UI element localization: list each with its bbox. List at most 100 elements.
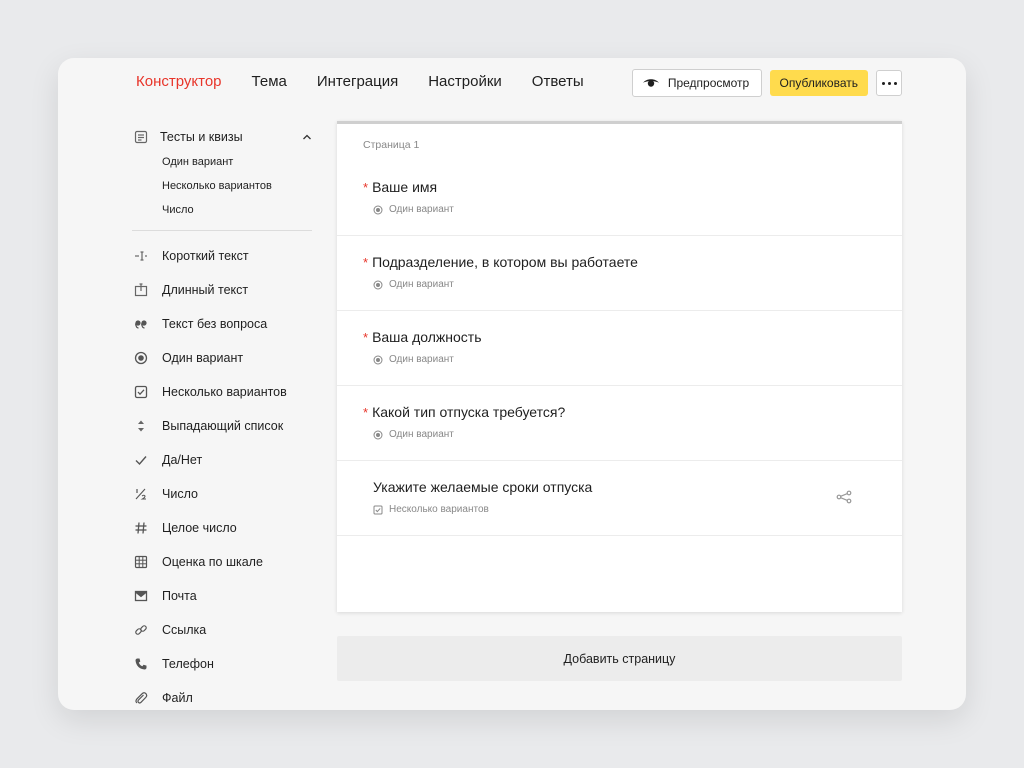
question-title: * Ваше имя <box>363 179 437 195</box>
question-text: Укажите желаемые сроки отпуска <box>373 479 593 495</box>
sidebar-subitem-number[interactable]: Число <box>134 198 312 222</box>
form-page-card: Страница 1 * Ваше имя Один вариант * Подра… <box>337 121 902 612</box>
app-window: Конструктор Тема Интеграция Настройки От… <box>58 58 966 710</box>
sidebar-item-scale[interactable]: Оценка по шкале <box>134 545 312 579</box>
sidebar-item-label: Ссылка <box>162 623 207 637</box>
dot-icon <box>893 81 897 85</box>
tab-integration[interactable]: Интеграция <box>317 58 398 106</box>
required-mark: * <box>363 255 369 270</box>
check-icon <box>134 453 148 467</box>
required-mark: * <box>363 180 369 195</box>
radio-icon <box>373 205 383 214</box>
sidebar-item-multiple-choice[interactable]: Несколько вариантов <box>134 375 312 409</box>
paperclip-icon <box>134 691 148 705</box>
radio-icon <box>373 430 383 439</box>
question-row[interactable]: * Ваша должность Один вариант <box>337 311 902 386</box>
sidebar-item-long-text[interactable]: Длинный текст <box>134 273 312 307</box>
link-icon <box>134 623 148 637</box>
chevron-up-icon[interactable] <box>302 132 312 142</box>
question-type: Один вариант <box>373 354 454 365</box>
radio-icon <box>373 355 383 364</box>
sidebar-item-file[interactable]: Файл <box>134 681 312 710</box>
question-row[interactable]: * Какой тип отпуска требуется? Один вариа… <box>337 386 902 461</box>
preview-label: Предпросмотр <box>667 76 750 90</box>
sidebar-subitem-single[interactable]: Один вариант <box>134 150 312 174</box>
quiz-icon <box>134 130 148 144</box>
sidebar-item-label: Несколько вариантов <box>162 385 287 399</box>
required-mark: * <box>363 330 369 345</box>
question-type: Один вариант <box>373 204 454 215</box>
tab-settings[interactable]: Настройки <box>428 58 502 106</box>
sidebar-item-label: Целое число <box>162 521 237 535</box>
radio-icon <box>134 351 148 365</box>
sidebar-item-label: Один вариант <box>162 351 244 365</box>
question-title: * Подразделение, в котором вы работаете <box>363 254 638 270</box>
dot-icon <box>881 81 885 85</box>
sidebar-item-phone[interactable]: Телефон <box>134 647 312 681</box>
checkbox-icon <box>134 385 148 399</box>
question-title: Укажите желаемые сроки отпуска <box>373 479 592 495</box>
required-mark: * <box>363 405 369 420</box>
question-text: Ваша должность <box>372 329 482 345</box>
sidebar-item-email[interactable]: Почта <box>134 579 312 613</box>
eye-icon <box>642 79 659 87</box>
question-type: Один вариант <box>373 279 454 290</box>
question-type: Один вариант <box>373 429 454 440</box>
more-button[interactable] <box>876 70 902 96</box>
sidebar-item-yes-no[interactable]: Да/Нет <box>134 443 312 477</box>
question-text: Подразделение, в котором вы работаете <box>372 254 638 270</box>
sidebar-item-label: Короткий текст <box>162 249 249 263</box>
sidebar-item-label: Да/Нет <box>162 453 203 467</box>
sidebar-item-short-text[interactable]: Короткий текст <box>134 239 312 273</box>
publish-button[interactable]: Опубликовать <box>769 70 868 96</box>
question-row[interactable]: * Ваше имя Один вариант <box>337 161 902 236</box>
sidebar-divider <box>132 230 312 231</box>
question-row[interactable]: * Подразделение, в котором вы работаете О… <box>337 236 902 311</box>
top-nav: Конструктор Тема Интеграция Настройки От… <box>136 58 614 106</box>
question-type-label: Один вариант <box>389 354 454 365</box>
sidebar-item-label: Почта <box>162 589 197 603</box>
quote-icon <box>134 317 148 331</box>
mail-icon <box>134 589 148 603</box>
page-title: Страница 1 <box>363 139 420 151</box>
branch-logic-icon[interactable] <box>836 489 852 505</box>
sidebar-item-label: Выпадающий список <box>162 419 284 433</box>
question-type-label: Один вариант <box>389 279 454 290</box>
preview-button[interactable]: Предпросмотр <box>631 69 762 97</box>
question-row[interactable]: Укажите желаемые сроки отпуска Несколько… <box>337 461 902 536</box>
sidebar-item-label: Файл <box>162 691 193 705</box>
sidebar-item-label: Число <box>162 487 198 501</box>
long-text-icon <box>134 283 148 297</box>
tab-constructor[interactable]: Конструктор <box>136 58 222 106</box>
sidebar-item-link[interactable]: Ссылка <box>134 613 312 647</box>
checkbox-icon <box>373 505 383 514</box>
fraction-icon <box>134 487 148 501</box>
question-title: * Какой тип отпуска требуется? <box>363 404 565 420</box>
sidebar-item-number[interactable]: Число <box>134 477 312 511</box>
question-type-label: Один вариант <box>389 204 454 215</box>
sidebar: Тесты и квизы Один вариант Несколько вар… <box>132 124 312 710</box>
question-type-label: Один вариант <box>389 429 454 440</box>
question-title: * Ваша должность <box>363 329 482 345</box>
sidebar-item-text-no-question[interactable]: Текст без вопроса <box>134 307 312 341</box>
sidebar-item-label: Оценка по шкале <box>162 555 263 569</box>
tab-theme[interactable]: Тема <box>252 58 287 106</box>
sidebar-item-single-choice[interactable]: Один вариант <box>134 341 312 375</box>
sidebar-item-integer[interactable]: Целое число <box>134 511 312 545</box>
tab-answers[interactable]: Ответы <box>532 58 584 106</box>
radio-icon <box>373 280 383 289</box>
sidebar-item-label: Телефон <box>162 657 214 671</box>
dot-icon <box>887 81 891 85</box>
sidebar-item-dropdown[interactable]: Выпадающий список <box>134 409 312 443</box>
sidebar-group-label: Тесты и квизы <box>160 130 243 144</box>
phone-icon <box>134 657 148 671</box>
header-actions: Предпросмотр Опубликовать <box>631 69 902 97</box>
add-page-button[interactable]: Добавить страницу <box>337 636 902 681</box>
dropdown-icon <box>134 419 148 433</box>
sidebar-group-quizzes[interactable]: Тесты и квизы <box>134 124 312 150</box>
sidebar-subitem-multiple[interactable]: Несколько вариантов <box>134 174 312 198</box>
question-type-label: Несколько вариантов <box>389 504 489 515</box>
grid-icon <box>134 555 148 569</box>
short-text-icon <box>134 249 148 263</box>
question-text: Ваше имя <box>372 179 438 195</box>
